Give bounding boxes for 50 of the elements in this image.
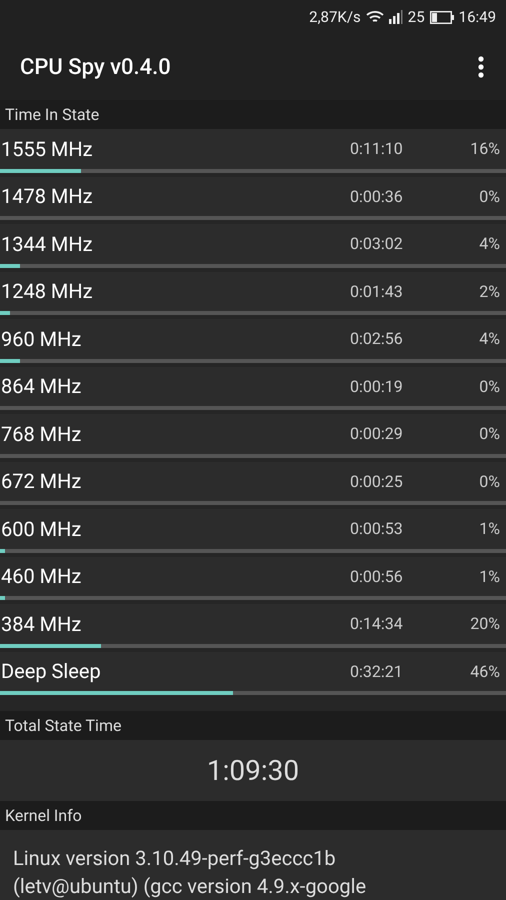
network-speed: 2,87K/s	[309, 8, 361, 26]
time-value: 0:03:02	[350, 234, 404, 254]
percent-value: 1%	[478, 566, 501, 586]
clock: 16:49	[458, 8, 496, 26]
signal-icon	[388, 10, 403, 24]
percent-value: 4%	[478, 329, 501, 348]
section-header: Kernel Info	[5, 806, 82, 825]
time-value: 0:14:34	[350, 614, 404, 634]
percent-value: 16%	[469, 139, 501, 158]
time-value: 0:00:56	[350, 566, 404, 586]
frequency-label: 1344 MHz	[0, 232, 94, 256]
frequency-label: 768 MHz	[0, 422, 82, 446]
percent-value: 0%	[478, 186, 501, 206]
app-title: CPU Spy v0.4.0	[20, 54, 171, 80]
time-value: 0:32:21	[350, 662, 404, 681]
time-value: 0:11:10	[350, 139, 404, 158]
frequency-label: 960 MHz	[0, 326, 82, 351]
frequency-label: 1248 MHz	[0, 279, 94, 304]
overflow-menu-icon[interactable]	[478, 56, 484, 78]
time-value: 0:01:43	[350, 282, 404, 301]
time-value: 0:00:25	[350, 472, 404, 491]
percent-value: 2%	[478, 282, 501, 301]
time-value: 0:00:29	[350, 424, 404, 444]
percent-value: 1%	[478, 519, 501, 538]
frequency-label: 1555 MHz	[0, 136, 94, 161]
percent-value: 0%	[478, 424, 501, 444]
frequency-label: 384 MHz	[0, 612, 82, 636]
wifi-icon	[366, 10, 384, 24]
frequency-label: 600 MHz	[0, 516, 82, 541]
section-header: Total State Time	[5, 716, 122, 735]
time-value: 0:02:56	[350, 329, 404, 348]
percent-value: 0%	[478, 472, 501, 491]
time-value: 0:00:19	[350, 376, 404, 396]
frequency-label: 672 MHz	[0, 469, 82, 494]
frequency-label: 460 MHz	[0, 564, 82, 588]
battery-level: 25	[408, 8, 425, 26]
frequency-label: 864 MHz	[0, 374, 82, 398]
percent-value: 0%	[478, 376, 501, 396]
section-header: Time In State	[5, 105, 100, 124]
time-value: 0:00:53	[350, 519, 404, 538]
percent-value: 46%	[469, 662, 501, 681]
percent-value: 20%	[469, 614, 501, 634]
total-time-value: 1:09:30	[206, 754, 300, 787]
frequency-label: Deep Sleep	[0, 659, 102, 684]
percent-value: 4%	[478, 234, 501, 254]
kernel-info-text: (letv@ubuntu) (gcc version 4.9.x-google	[13, 873, 368, 900]
kernel-info-text: Linux version 3.10.49-perf-g3eccc1b	[13, 845, 337, 872]
time-value: 0:00:36	[350, 186, 404, 206]
frequency-label: 1478 MHz	[0, 184, 94, 208]
battery-icon	[430, 10, 454, 24]
